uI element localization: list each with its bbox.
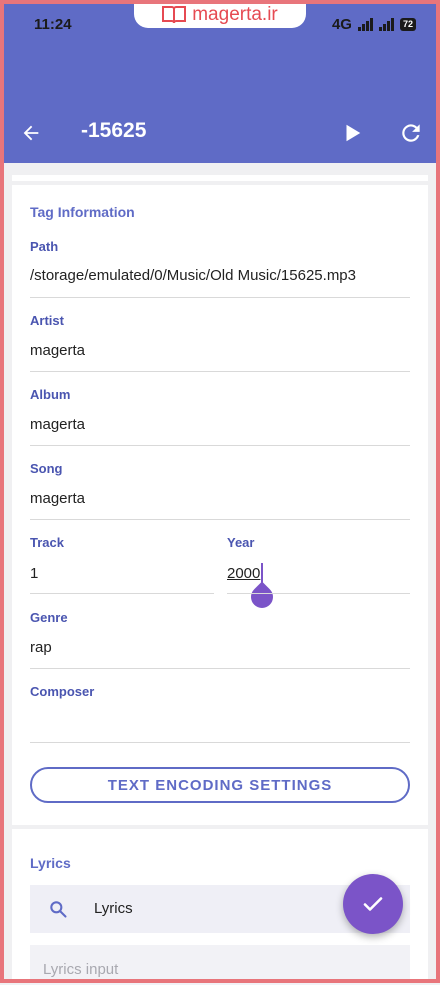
album-field[interactable]: magerta — [30, 416, 85, 433]
search-icon — [50, 901, 67, 918]
song-field[interactable]: magerta — [30, 490, 85, 507]
lyrics-input-placeholder: Lyrics input — [43, 961, 119, 978]
path-field[interactable]: /storage/emulated/0/Music/Old Music/1562… — [30, 267, 356, 284]
text-encoding-settings-button[interactable]: TEXT ENCODING SETTINGS — [30, 767, 410, 803]
year-label: Year — [227, 535, 255, 550]
track-label: Track — [30, 535, 64, 550]
album-underline — [30, 445, 410, 446]
refresh-icon — [402, 124, 420, 142]
track-underline — [30, 593, 214, 594]
artist-label: Artist — [30, 313, 64, 328]
album-label: Album — [30, 387, 71, 402]
genre-field[interactable]: rap — [30, 639, 52, 656]
year-underline — [227, 593, 410, 594]
genre-label: Genre — [30, 610, 68, 625]
song-underline — [30, 519, 410, 520]
artist-underline — [30, 371, 410, 372]
cursor-handle[interactable] — [246, 581, 278, 613]
save-fab-button[interactable] — [343, 874, 403, 934]
play-icon — [346, 124, 361, 142]
path-underline — [30, 297, 410, 298]
check-icon — [363, 897, 383, 911]
composer-label: Composer — [30, 684, 95, 699]
play-button[interactable] — [338, 120, 366, 146]
section-title-lyrics: Lyrics — [30, 855, 71, 871]
battery-icon: 72 — [399, 18, 416, 31]
tag-info-card: Tag Information Path /storage/emulated/0… — [12, 185, 428, 825]
lyrics-search-label: Lyrics — [94, 900, 133, 917]
arrow-left-icon — [23, 125, 39, 141]
composer-underline — [30, 742, 410, 743]
track-field[interactable]: 1 — [30, 565, 38, 582]
genre-underline — [30, 668, 410, 669]
watermark-logo: magerta.ir — [134, 2, 306, 28]
watermark-text: magerta.ir — [192, 4, 278, 25]
signal-icon — [357, 18, 373, 31]
composer-field[interactable] — [30, 713, 410, 735]
status-icons: 4G 72 — [332, 16, 416, 33]
year-field[interactable]: 2000 — [227, 565, 260, 582]
section-title-tag-info: Tag Information — [30, 204, 135, 220]
back-button[interactable] — [18, 120, 44, 146]
page-title: -15625 — [81, 119, 147, 142]
artist-field[interactable]: magerta — [30, 342, 85, 359]
network-type: 4G — [331, 16, 352, 33]
tag-card — [12, 175, 428, 181]
status-time: 11:24 — [34, 16, 72, 33]
lyrics-input[interactable]: Lyrics input — [30, 945, 410, 985]
path-label: Path — [30, 239, 59, 254]
refresh-button[interactable] — [396, 118, 426, 148]
book-icon — [162, 6, 187, 24]
signal-icon-2 — [378, 18, 394, 31]
song-label: Song — [30, 461, 63, 476]
